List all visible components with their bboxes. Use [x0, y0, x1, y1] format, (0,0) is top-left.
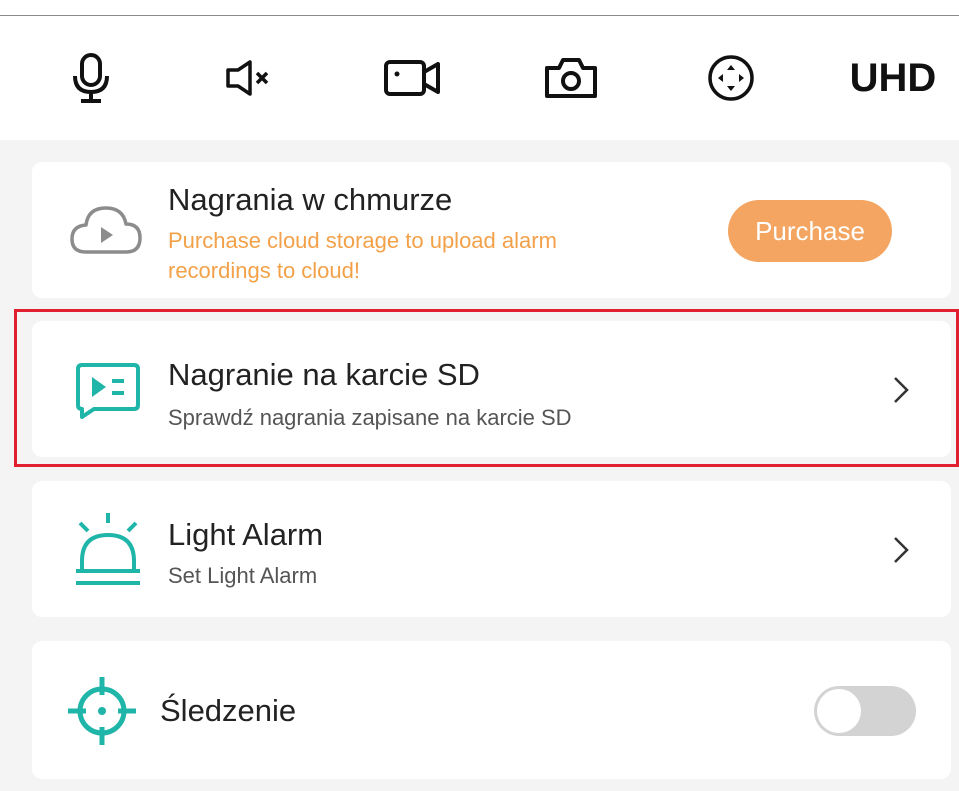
speaker-muted-icon[interactable] — [220, 46, 284, 110]
sd-playback-icon — [74, 361, 142, 419]
cloud-recording-title: Nagrania w chmurze — [168, 182, 453, 217]
cloud-play-icon — [68, 202, 144, 258]
tracking-title: Śledzenie — [160, 693, 297, 728]
siren-icon — [72, 511, 144, 587]
cloud-recording-subtitle: Purchase cloud storage to upload alarm r… — [168, 228, 557, 283]
microphone-icon[interactable] — [59, 46, 123, 110]
camera-snapshot-icon[interactable] — [539, 46, 603, 110]
toggle-knob — [817, 689, 861, 733]
sd-recording-subtitle: Sprawdź nagrania zapisane na karcie SD — [168, 405, 572, 430]
sd-recording-title: Nagranie na karcie SD — [168, 357, 480, 392]
video-record-icon[interactable] — [381, 46, 445, 110]
quality-toggle[interactable]: UHD — [848, 46, 938, 110]
tracking-card: Śledzenie — [32, 641, 951, 779]
tracking-toggle[interactable] — [814, 686, 916, 736]
ptz-direction-icon[interactable] — [699, 46, 763, 110]
purchase-button[interactable]: Purchase — [728, 200, 892, 262]
top-divider — [0, 15, 959, 16]
crosshair-icon — [66, 675, 138, 747]
quality-label: UHD — [849, 55, 937, 100]
light-alarm-card[interactable]: Light Alarm Set Light Alarm — [32, 481, 951, 617]
light-alarm-subtitle: Set Light Alarm — [168, 563, 318, 588]
toolbar: UHD — [0, 0, 959, 140]
chevron-right-icon — [894, 377, 909, 403]
light-alarm-title: Light Alarm — [168, 517, 324, 552]
cloud-recording-card: Nagrania w chmurze Purchase cloud storag… — [32, 162, 951, 298]
chevron-right-icon — [894, 537, 909, 563]
sd-recording-card[interactable]: Nagranie na karcie SD Sprawdź nagrania z… — [32, 321, 951, 457]
